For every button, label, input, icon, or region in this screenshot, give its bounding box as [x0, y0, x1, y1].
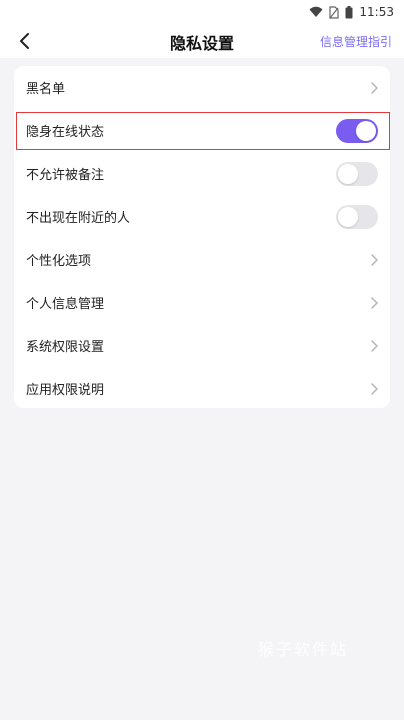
watermark: 猴子软件站: [258, 640, 349, 659]
settings-row-invisible-online: 隐身在线状态: [14, 109, 390, 152]
chevron-right-icon: [370, 339, 378, 352]
status-time: 11:53: [359, 5, 394, 19]
settings-row-system-permissions[interactable]: 系统权限设置: [14, 324, 390, 367]
nav-bar: 隐私设置 信息管理指引: [0, 24, 404, 58]
chevron-right-icon: [370, 81, 378, 94]
settings-row-label: 个性化选项: [26, 254, 92, 269]
settings-row-personal-info[interactable]: 个人信息管理: [14, 281, 390, 324]
settings-row-hide-from-nearby: 不出现在附近的人: [14, 195, 390, 238]
settings-row-disallow-remark: 不允许被备注: [14, 152, 390, 195]
settings-row-app-permissions[interactable]: 应用权限说明: [14, 367, 390, 408]
settings-row-personalization[interactable]: 个性化选项: [14, 238, 390, 281]
privacy-settings-screen: 11:53 隐私设置 信息管理指引 黑名单 隐身在线状态 不允许被备注 不出现在…: [0, 0, 404, 720]
settings-list: 黑名单 隐身在线状态 不允许被备注 不出现在附近的人 个性化选项 个人信息管理: [14, 66, 390, 408]
settings-row-label: 系统权限设置: [26, 340, 105, 355]
toggle-knob: [338, 163, 358, 184]
settings-row-label: 不允许被备注: [26, 168, 105, 183]
chevron-right-icon: [370, 253, 378, 266]
settings-row-label: 隐身在线状态: [26, 125, 105, 140]
settings-row-label: 不出现在附近的人: [26, 211, 131, 226]
wifi-icon: [309, 6, 323, 18]
status-bar: 11:53: [0, 0, 404, 24]
settings-row-label: 个人信息管理: [26, 297, 105, 312]
toggle-knob: [338, 206, 358, 227]
chevron-right-icon: [370, 296, 378, 309]
invisible-online-toggle[interactable]: [336, 118, 378, 143]
hide-from-nearby-toggle[interactable]: [336, 204, 378, 229]
settings-row-label: 应用权限说明: [26, 383, 105, 398]
toggle-knob: [356, 120, 376, 141]
disallow-remark-toggle[interactable]: [336, 161, 378, 186]
info-management-guide-link[interactable]: 信息管理指引: [320, 33, 392, 50]
settings-row-label: 黑名单: [26, 82, 66, 97]
battery-icon: [345, 5, 353, 19]
chevron-right-icon: [370, 382, 378, 395]
no-sim-icon: [329, 5, 340, 19]
settings-row-blacklist[interactable]: 黑名单: [14, 66, 390, 109]
